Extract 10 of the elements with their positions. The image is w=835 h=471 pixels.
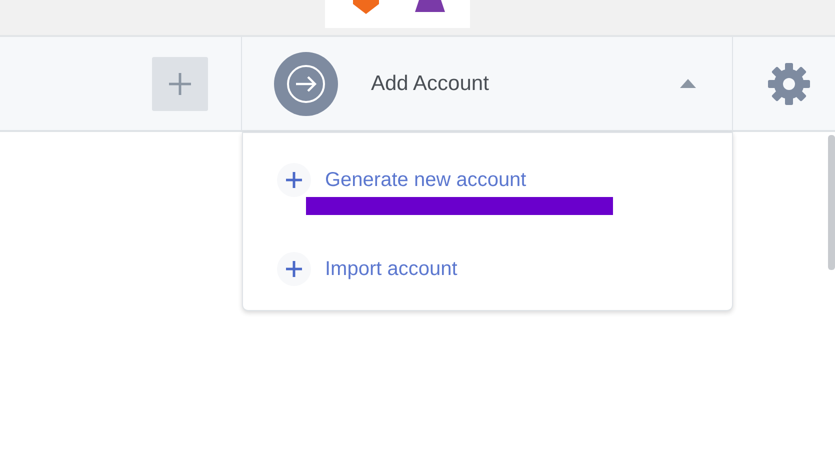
- add-button[interactable]: [152, 57, 208, 111]
- plus-icon: [277, 163, 311, 197]
- shield-icon: [353, 0, 379, 14]
- menu-item[interactable]: Import account: [325, 254, 458, 284]
- plus-icon: [277, 252, 311, 286]
- menu-item[interactable]: Generate new account: [325, 165, 526, 195]
- scrollbar[interactable]: [828, 135, 835, 270]
- login-icon: [274, 52, 338, 116]
- triangle-icon: [415, 0, 445, 12]
- plus-icon: [167, 71, 193, 97]
